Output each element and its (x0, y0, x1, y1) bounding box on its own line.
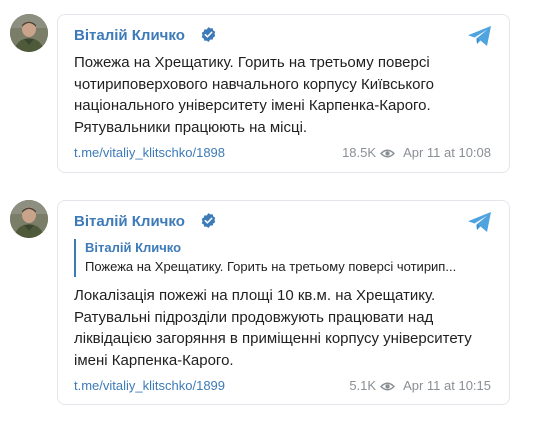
post-date[interactable]: Apr 11 at 10:15 (403, 378, 491, 393)
message-card: Віталій Кличко Віталій Кличко Пожежа на … (57, 200, 510, 405)
author-name[interactable]: Віталій Кличко (74, 213, 185, 230)
eye-icon (380, 382, 396, 391)
post-link[interactable]: t.me/vitaliy_klitschko/1898 (74, 145, 225, 160)
eye-icon (380, 149, 396, 158)
post-link[interactable]: t.me/vitaliy_klitschko/1899 (74, 378, 225, 393)
verified-badge-icon (201, 213, 216, 228)
telegram-icon[interactable] (467, 25, 493, 47)
message-card: Віталій Кличко Пожежа на Хрещатику. Гори… (57, 14, 510, 173)
view-count: 18.5K (342, 145, 377, 160)
author-name[interactable]: Віталій Кличко (74, 27, 185, 44)
post-meta: 5.1K Apr 11 at 10:15 (349, 378, 491, 393)
view-count: 5.1K (349, 378, 377, 393)
avatar[interactable] (10, 200, 48, 238)
post-meta: 18.5K Apr 11 at 10:08 (342, 145, 491, 160)
reply-author: Віталій Кличко (85, 240, 182, 255)
message-text: Пожежа на Хрещатику. Горить на третьому … (74, 54, 434, 136)
reply-quote[interactable]: Віталій Кличко Пожежа на Хрещатику. Гори… (74, 239, 491, 277)
post-date[interactable]: Apr 11 at 10:08 (403, 145, 491, 160)
verified-badge-icon (201, 27, 216, 42)
telegram-icon[interactable] (467, 211, 493, 233)
avatar[interactable] (10, 14, 48, 52)
reply-text: Пожежа на Хрещатику. Горить на третьому … (85, 259, 457, 274)
message-text: Локалізація пожежі на площі 10 кв.м. на … (74, 287, 472, 369)
